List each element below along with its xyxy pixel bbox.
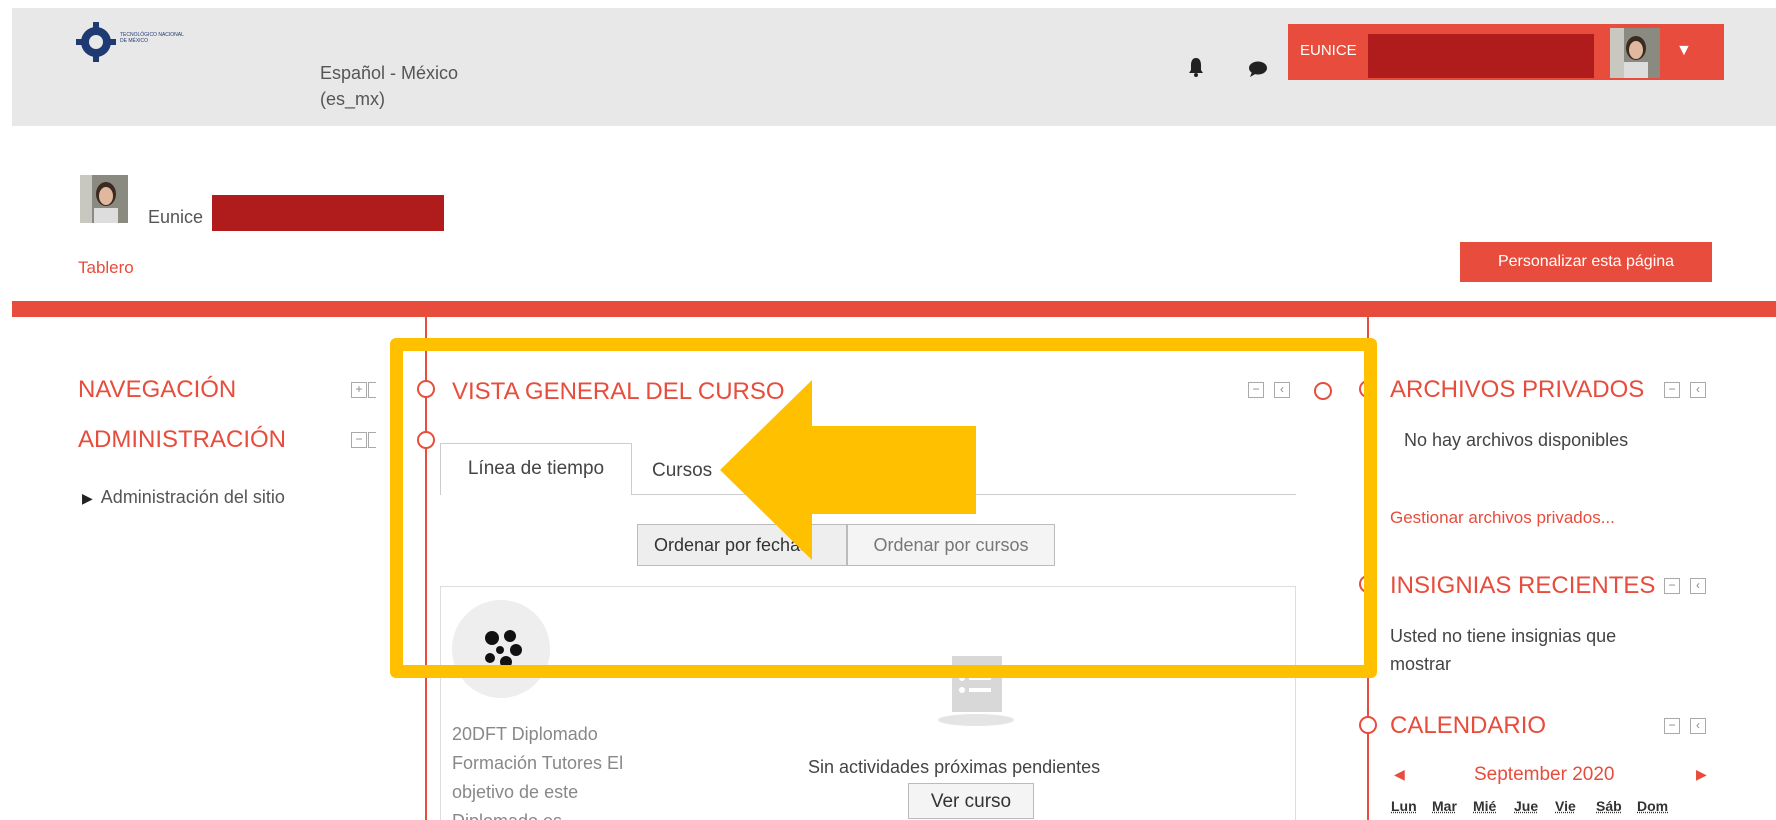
timeline-node [1359, 716, 1377, 734]
private-files-title: ARCHIVOS PRIVADOS [1390, 376, 1645, 403]
minus-box-icon[interactable]: − [1664, 718, 1680, 734]
dock-left-icon[interactable]: ‹ [1274, 382, 1290, 398]
navigation-block-title[interactable]: NAVEGACIÓN [78, 376, 236, 404]
minus-box-icon[interactable]: − [1664, 382, 1680, 398]
calendar-prev-month[interactable]: ◀ [1394, 766, 1405, 783]
badges-empty: Usted no tiene insignias que mostrar [1390, 626, 1617, 674]
tab-courses[interactable]: Cursos [652, 460, 712, 482]
plus-box-icon[interactable]: + [351, 382, 367, 398]
timeline-node [1359, 575, 1377, 593]
top-navbar: TECNOLÓGICO NACIONAL DE MÉXICO Español -… [12, 8, 1776, 126]
course-image[interactable] [452, 600, 550, 698]
user-menu-name: EUNICE [1300, 42, 1357, 59]
view-course-button[interactable]: Ver curso [908, 783, 1034, 819]
recent-badges-title: INSIGNIAS RECIENTES [1390, 572, 1656, 599]
sort-by-courses-button[interactable]: Ordenar por cursos [847, 524, 1055, 566]
logo-text: TECNOLÓGICO NACIONAL DE MÉXICO [120, 32, 184, 44]
calendar-month: September 2020 [1474, 764, 1615, 785]
dock-left-icon[interactable] [368, 382, 376, 398]
accent-bar [12, 301, 1776, 317]
minus-box-icon[interactable]: − [1664, 578, 1680, 594]
weekday: Dom [1637, 798, 1669, 814]
weekday: Mar [1432, 798, 1457, 814]
language-selector[interactable]: Español - México (es_mx) [320, 60, 490, 112]
chevron-down-icon: ▼ [1676, 42, 1692, 59]
admin-site-item[interactable]: ▶ Administración del sitio [82, 487, 285, 508]
manage-private-files-link[interactable]: Gestionar archivos privados... [1390, 508, 1615, 528]
expand-arrow-icon: ▶ [82, 490, 93, 506]
site-logo[interactable]: TECNOLÓGICO NACIONAL DE MÉXICO [76, 22, 206, 68]
gear-logo-icon [76, 22, 116, 62]
dock-left-icon[interactable]: ‹ [1690, 578, 1706, 594]
bell-icon[interactable] [1187, 56, 1205, 78]
customize-page-button[interactable]: Personalizar esta página [1460, 242, 1712, 282]
timeline-node [417, 431, 435, 449]
timeline-node [417, 380, 435, 398]
weekday: Jue [1514, 798, 1539, 814]
calendar-next-month[interactable]: ▶ [1696, 766, 1707, 783]
breadcrumb-dashboard[interactable]: Tablero [78, 258, 134, 278]
admin-site-label: Administración del sitio [100, 487, 285, 507]
redacted-name [1368, 34, 1594, 78]
weekday: Vie [1555, 798, 1576, 814]
tab-timeline[interactable]: Línea de tiempo [440, 443, 632, 495]
course-title[interactable]: 20DFT Diplomado Formación Tutores El obj… [452, 720, 662, 820]
calendar-weekdays: Lun Mar Mié Jue Vie Sáb Dom [1391, 798, 1668, 814]
course-overview-title: VISTA GENERAL DEL CURSO [452, 378, 785, 405]
dock-left-icon[interactable]: ‹ [1690, 382, 1706, 398]
redacted-surname [212, 195, 444, 231]
weekday: Mié [1473, 798, 1497, 814]
dock-left-icon[interactable]: ‹ [1690, 718, 1706, 734]
sort-by-dates-button[interactable]: Ordenar por fechas [637, 524, 847, 566]
calendar-title: CALENDARIO [1390, 712, 1547, 739]
weekday: Lun [1391, 798, 1417, 814]
move-handle-icon[interactable] [1314, 382, 1332, 400]
profile-avatar [80, 175, 128, 223]
private-files-empty: No hay archivos disponibles [1404, 430, 1629, 450]
user-avatar [1610, 28, 1660, 78]
dock-left-icon[interactable] [368, 432, 376, 448]
timeline-node [1359, 380, 1377, 398]
no-activities-text: Sin actividades próximas pendientes [808, 757, 1101, 777]
sort-toggle: Ordenar por fechas Ordenar por cursos [637, 524, 1055, 566]
minus-box-icon[interactable]: − [351, 432, 367, 448]
user-menu[interactable]: EUNICE ▼ [1288, 24, 1724, 80]
empty-list-icon [938, 656, 1014, 726]
minus-box-icon[interactable]: − [1248, 382, 1264, 398]
weekday: Sáb [1596, 798, 1622, 814]
chat-icon[interactable] [1248, 60, 1268, 78]
profile-name: Eunice [148, 207, 204, 227]
administration-block-title[interactable]: ADMINISTRACIÓN [78, 426, 286, 454]
